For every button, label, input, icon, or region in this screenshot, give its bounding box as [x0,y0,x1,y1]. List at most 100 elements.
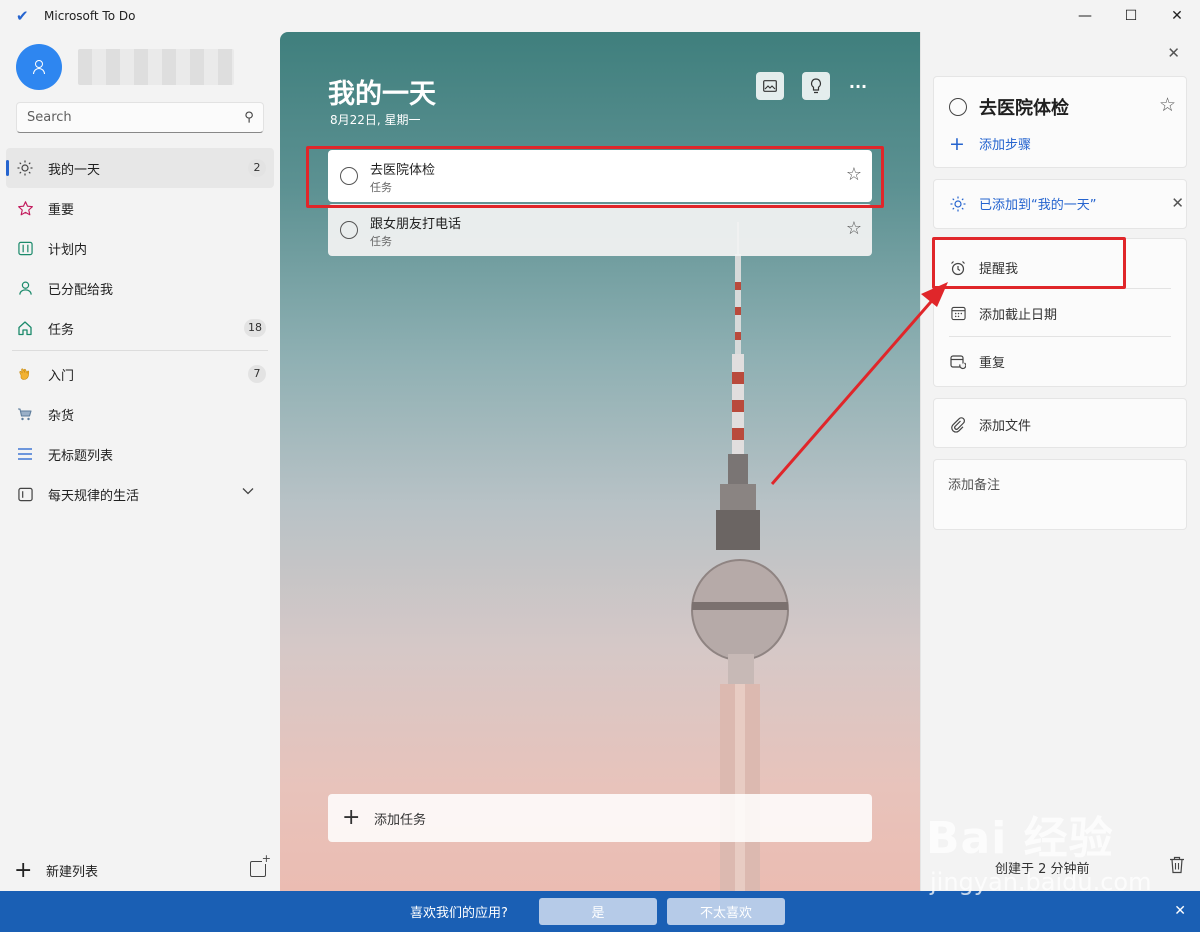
list-lines-icon [16,445,34,463]
star-icon[interactable]: ☆ [1159,94,1176,116]
add-file-button[interactable]: 添加文件 [949,415,1031,434]
repeat-button[interactable]: 重复 [949,352,1005,371]
task-detail-card [933,76,1187,168]
sidebar-item-my-day[interactable]: 我的一天 2 [6,148,274,188]
alarm-clock-icon [949,260,967,276]
repeat-icon [949,354,967,370]
task-subtitle: 任务 [370,235,392,248]
divider [12,350,268,351]
plus-icon: + [949,132,965,155]
title-bar: ✔ Microsoft To Do — ☐ ✕ [0,0,1200,32]
remove-my-day-icon[interactable]: ✕ [1171,194,1184,212]
sidebar-item-tasks[interactable]: 任务 18 [6,308,274,348]
complete-circle-icon[interactable] [340,221,358,239]
sidebar-item-label: 我的一天 [48,162,101,178]
check-icon: ✔ [16,7,29,25]
repeat-label: 重复 [979,356,1006,371]
count-badge: 7 [248,365,266,383]
main-panel: 我的一天 8月22日, 星期一 ··· 去医院体检 任务 ☆ 跟女朋友打电话 任… [280,32,920,891]
star-icon[interactable]: ☆ [846,164,862,185]
sidebar-item-important[interactable]: 重要 [6,188,274,228]
sun-icon [16,159,34,177]
divider [949,288,1171,289]
detail-task-title[interactable]: 去医院体检 [979,94,1069,120]
sidebar-item-planned[interactable]: 计划内 [6,228,274,268]
complete-circle-icon[interactable] [340,167,358,185]
task-subtitle: 任务 [370,181,392,194]
chevron-down-icon[interactable] [242,484,254,498]
sidebar-item-label: 入门 [48,368,75,384]
group-icon [16,485,34,503]
task-title: 跟女朋友打电话 [370,217,462,232]
count-badge: 18 [244,319,266,337]
avatar[interactable] [16,44,62,90]
more-options-icon[interactable]: ··· [844,72,872,100]
due-label: 添加截止日期 [979,308,1058,323]
background-button[interactable] [756,72,784,100]
close-icon[interactable]: ✕ [1174,903,1186,919]
remind-label: 提醒我 [979,262,1019,277]
my-day-label: 已添加到“我的一天” [979,198,1097,213]
person-icon [33,60,45,74]
paperclip-icon [949,416,967,433]
suggestions-button[interactable] [802,72,830,100]
sidebar-item-label: 杂货 [48,408,75,424]
file-label: 添加文件 [979,419,1032,434]
trash-icon[interactable] [1169,856,1185,874]
search-icon[interactable]: ⚲ [235,110,263,125]
task-item[interactable]: 去医院体检 任务 ☆ [328,150,872,202]
task-item[interactable]: 跟女朋友打电话 任务 ☆ [328,204,872,256]
not-really-button[interactable]: 不太喜欢 [666,898,785,925]
lightbulb-icon [810,78,822,94]
search-input[interactable] [17,110,235,125]
yes-button[interactable]: 是 [538,898,657,925]
sidebar-item-groceries[interactable]: 杂货 [6,394,274,434]
sidebar-item-untitled-list[interactable]: 无标题列表 [6,434,274,474]
person-icon [16,279,34,297]
watermark-logo: Bai 经验 [926,813,1114,864]
complete-circle-icon[interactable] [949,98,967,116]
detail-panel: ✕ 去医院体检 ☆ + 添加步骤 已添加到“我的一天” ✕ 提醒我 添加截止日期… [920,32,1200,891]
sidebar: ⚲ 我的一天 2 重要 计划内 已分配给我 [0,32,280,891]
star-icon [16,199,34,217]
sidebar-item-label: 无标题列表 [48,448,114,464]
minimize-button[interactable]: — [1062,0,1108,32]
profile[interactable] [16,44,234,90]
sidebar-item-getting-started[interactable]: 入门 7 [6,354,274,394]
task-title: 去医院体检 [370,163,436,178]
new-group-icon[interactable] [250,853,271,877]
watermark-url: jingyan.baidu.com [930,868,1152,896]
maximize-button[interactable]: ☐ [1108,0,1154,32]
sidebar-item-daily-routine-group[interactable]: 每天规律的生活 [6,474,274,514]
new-list-button[interactable]: + 新建列表 [0,852,280,888]
plus-icon: + [342,805,361,830]
added-to-my-day[interactable]: 已添加到“我的一天” [949,194,1096,213]
waving-hand-icon [16,365,34,383]
close-window-button[interactable]: ✕ [1154,0,1200,32]
feedback-bar: 喜欢我们的应用? 是 不太喜欢 ✕ [0,891,1200,932]
sidebar-item-assigned[interactable]: 已分配给我 [6,268,274,308]
app-title: Microsoft To Do [44,9,136,23]
sidebar-item-label: 每天规律的生活 [48,488,140,504]
remind-me-button[interactable]: 提醒我 [949,258,1018,277]
add-due-date-button[interactable]: 添加截止日期 [949,304,1057,323]
add-task-label: 添加任务 [374,812,427,828]
sidebar-item-label: 任务 [48,322,75,338]
search-box[interactable]: ⚲ [16,102,264,133]
new-list-label: 新建列表 [46,864,99,880]
star-icon[interactable]: ☆ [846,218,862,239]
page-date: 8月22日, 星期一 [330,113,421,127]
sidebar-item-label: 计划内 [48,242,88,258]
add-step-button[interactable]: + 添加步骤 [949,134,1031,153]
plus-icon: + [14,857,33,883]
page-title: 我的一天 [328,79,436,110]
note-field[interactable] [933,459,1187,530]
add-task-button[interactable]: + 添加任务 [328,794,872,842]
blurred-account-name [78,49,234,85]
add-step-label: 添加步骤 [979,138,1032,153]
nav-list: 我的一天 2 重要 计划内 已分配给我 任务 18 入门 7 杂货 无标题列表 … [0,148,280,514]
window-controls: — ☐ ✕ [1062,0,1200,32]
sidebar-item-label: 已分配给我 [48,282,114,298]
calendar-icon [949,306,967,321]
close-icon[interactable]: ✕ [1167,44,1180,62]
